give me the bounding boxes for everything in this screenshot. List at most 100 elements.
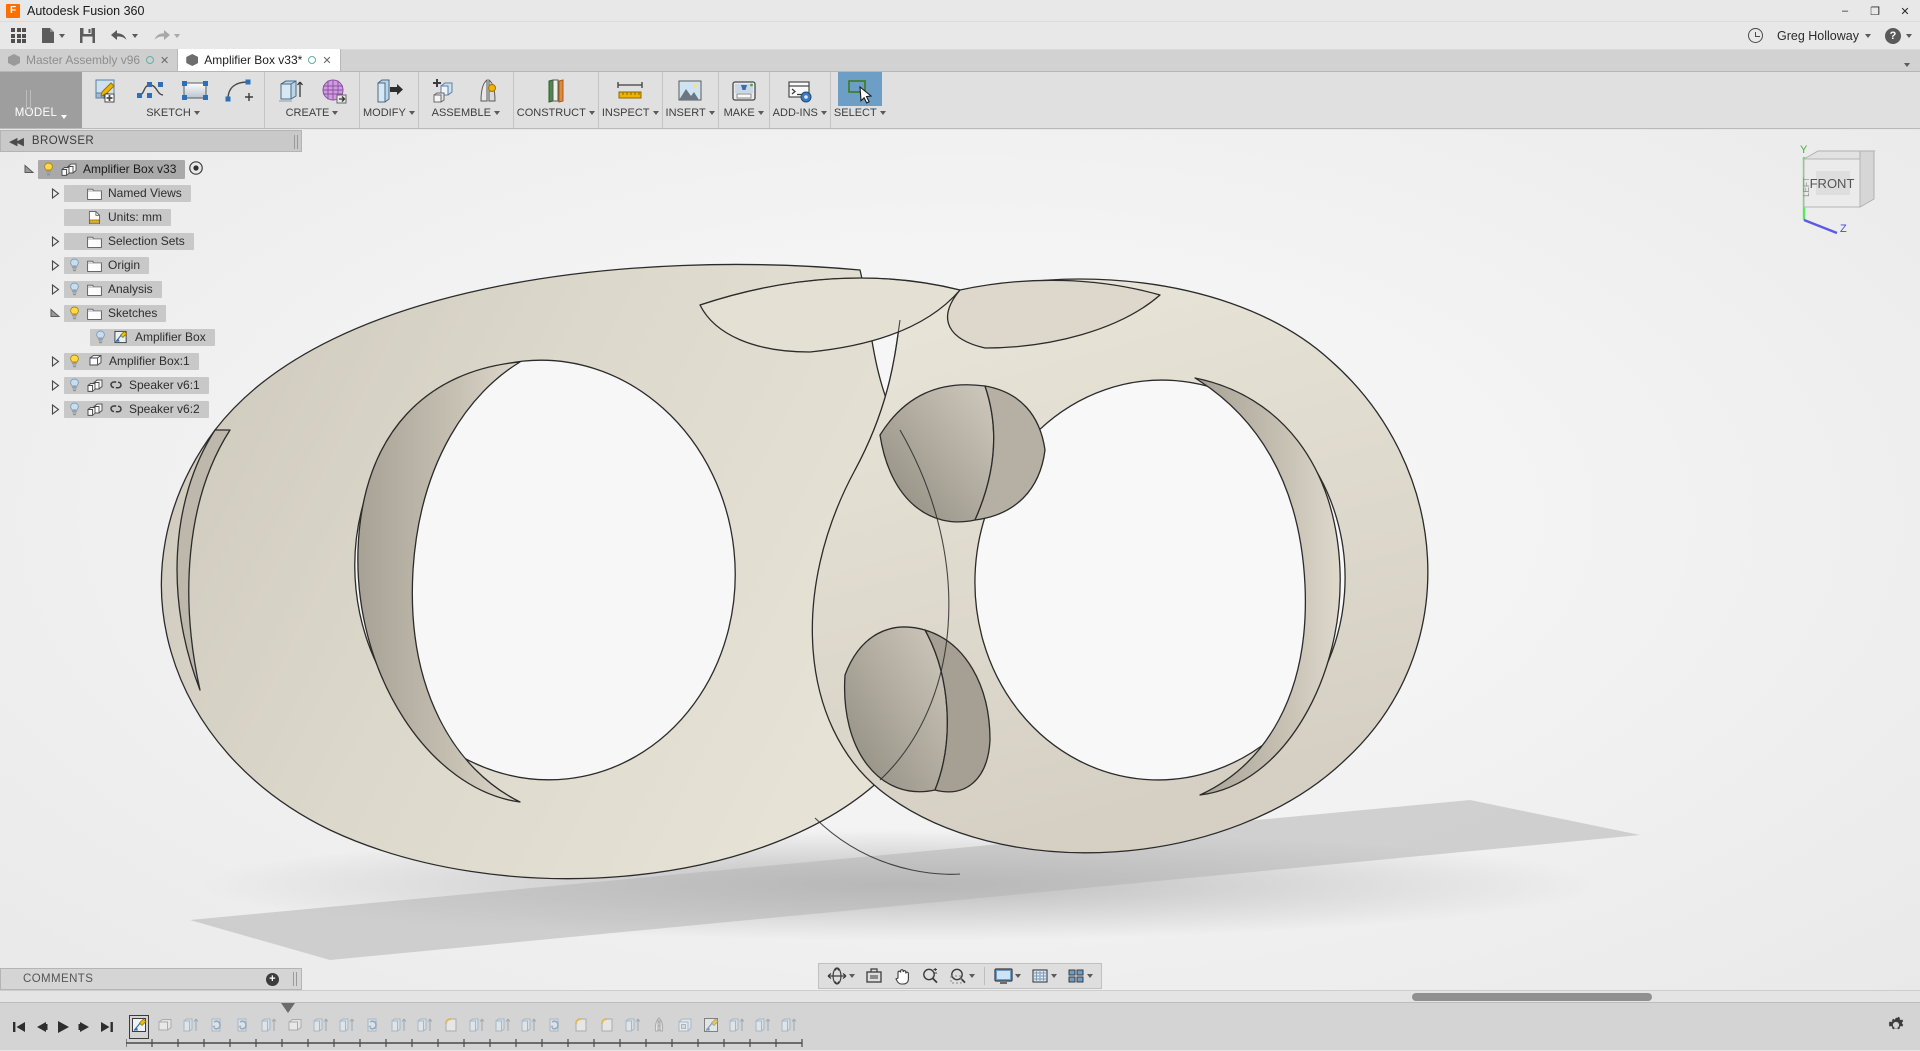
browser-tree-item-named-views[interactable]: Named Views [0,181,302,205]
scrollbar-thumb[interactable] [1412,993,1652,1001]
ribbon-group-label-assemble[interactable]: ASSEMBLE [432,107,500,119]
ribbon-group-label-construct[interactable]: CONSTRUCT [517,107,595,119]
horizontal-scrollbar[interactable] [0,990,1920,1002]
comments-resize-grip[interactable] [293,972,297,986]
3d-print-button[interactable] [722,72,766,106]
ribbon-group-label-insert[interactable]: INSERT [666,107,715,119]
add-comment-icon[interactable]: + [266,973,279,986]
pan-button[interactable] [889,965,915,987]
tree-item-pill[interactable]: Sketches [64,305,166,322]
browser-tree-item-speaker-v6-1[interactable]: Speaker v6:1 [0,373,302,397]
visibility-bulb-icon[interactable] [68,258,81,272]
tree-item-pill[interactable]: Units: mm [64,209,171,226]
expand-arrow-icon[interactable] [48,186,62,200]
rectangle-button[interactable] [173,72,217,106]
ribbon-group-label-create[interactable]: CREATE [286,107,339,119]
workspace-switcher-button[interactable]: MODEL [0,72,82,128]
activate-component-button[interactable] [189,161,203,178]
visibility-bulb-icon[interactable] [68,402,81,416]
visibility-bulb-icon[interactable] [42,162,55,176]
timeline-position-marker[interactable] [281,1003,295,1013]
arc-button[interactable] [217,72,261,106]
document-tab-amplifier-box[interactable]: Amplifier Box v33* ✕ [178,49,340,71]
ribbon-group-label-modify[interactable]: MODIFY [363,107,415,119]
tree-item-pill[interactable]: Amplifier Box [90,329,215,346]
tree-item-pill[interactable]: Selection Sets [64,233,194,250]
close-button[interactable]: ✕ [1890,0,1920,22]
zoom-button[interactable] [917,965,943,987]
undo-button[interactable] [103,23,145,49]
activate-component-icon[interactable] [189,161,203,175]
new-document-button[interactable] [33,23,72,49]
browser-tree-item-selection-sets[interactable]: Selection Sets [0,229,302,253]
scripts-addins-button[interactable] [778,72,822,106]
browser-tree-item-amplifier-box-v33[interactable]: Amplifier Box v33 [0,157,302,181]
viewports-button[interactable] [1063,965,1097,987]
expand-arrow-icon[interactable] [48,378,62,392]
expand-arrow-icon[interactable] [48,354,62,368]
browser-header[interactable]: ◀◀ BROWSER [0,130,302,152]
display-settings-button[interactable] [990,965,1025,987]
expand-arrow-icon[interactable] [48,258,62,272]
press-pull-button[interactable] [367,72,411,106]
double-chevron-left-icon[interactable]: ◀◀ [9,135,22,148]
ribbon-group-label-addins[interactable]: ADD-INS [773,107,827,119]
tree-item-pill[interactable]: Named Views [64,185,191,202]
browser-tree-item-origin[interactable]: Origin [0,253,302,277]
visibility-bulb-icon[interactable] [68,282,81,296]
browser-resize-grip[interactable] [294,135,298,149]
fit-view-button[interactable] [945,965,979,987]
tree-item-pill[interactable]: Origin [64,257,149,274]
tree-item-pill[interactable]: Amplifier Box:1 [64,353,199,370]
ribbon-group-label-inspect[interactable]: INSPECT [602,107,659,119]
timeline-settings-button[interactable] [1886,1015,1906,1038]
joint-button[interactable] [466,72,510,106]
tree-item-pill[interactable]: Analysis [64,281,162,298]
look-at-button[interactable] [861,965,887,987]
spline-button[interactable] [129,72,173,106]
collapse-arrow-icon[interactable] [22,162,36,176]
orbit-button[interactable] [823,965,859,987]
user-menu[interactable]: Greg Holloway [1777,29,1871,43]
close-tab-icon[interactable]: ✕ [160,54,169,67]
expand-arrow-icon[interactable] [48,402,62,416]
visibility-bulb-icon[interactable] [94,330,107,344]
browser-tree-item-sketches[interactable]: Sketches [0,301,302,325]
timeline-step-back-button[interactable] [30,1012,52,1042]
comments-panel[interactable]: COMMENTS + [0,968,302,990]
ribbon-group-label-make[interactable]: MAKE [724,107,764,119]
document-tab-master-assembly[interactable]: Master Assembly v96 ✕ [0,49,178,71]
ribbon-group-label-sketch[interactable]: SKETCH [146,107,200,119]
measure-button[interactable] [608,72,652,106]
maximize-button[interactable]: ❐ [1860,0,1890,22]
tree-item-pill[interactable]: Amplifier Box v33 [38,160,185,179]
close-tab-icon[interactable]: ✕ [322,54,331,67]
view-cube[interactable]: FRONT LEFT Y Z [1782,135,1902,235]
app-grid-button[interactable] [4,23,33,49]
expand-arrow-icon[interactable] [48,282,62,296]
redo-button[interactable] [145,23,187,49]
select-button[interactable] [838,72,882,106]
browser-tree-item-speaker-v6-2[interactable]: Speaker v6:2 [0,397,302,421]
visibility-bulb-icon[interactable] [68,378,81,392]
visibility-bulb-icon[interactable] [68,354,81,368]
extrude-button[interactable] [268,72,312,106]
tree-item-pill[interactable]: Speaker v6:1 [64,377,209,394]
tab-overflow-caret-icon[interactable] [1904,63,1910,67]
ribbon-group-label-select[interactable]: SELECT [834,107,886,119]
timeline-play-button[interactable] [52,1012,74,1042]
visibility-bulb-icon[interactable] [68,306,81,320]
insert-image-button[interactable] [668,72,712,106]
clock-history-icon[interactable] [1748,28,1763,43]
timeline-skip-start-button[interactable] [8,1012,30,1042]
grid-snaps-button[interactable] [1027,965,1061,987]
offset-plane-button[interactable] [534,72,578,106]
expand-arrow-icon[interactable] [48,234,62,248]
help-menu[interactable]: ? [1885,28,1912,44]
browser-tree-item-analysis[interactable]: Analysis [0,277,302,301]
tree-item-pill[interactable]: Speaker v6:2 [64,401,209,418]
browser-tree-item-units-mm[interactable]: Units: mm [0,205,302,229]
timeline-step-forward-button[interactable] [74,1012,96,1042]
minimize-button[interactable]: – [1830,0,1860,22]
browser-tree-item-amplifier-box-1[interactable]: Amplifier Box:1 [0,349,302,373]
